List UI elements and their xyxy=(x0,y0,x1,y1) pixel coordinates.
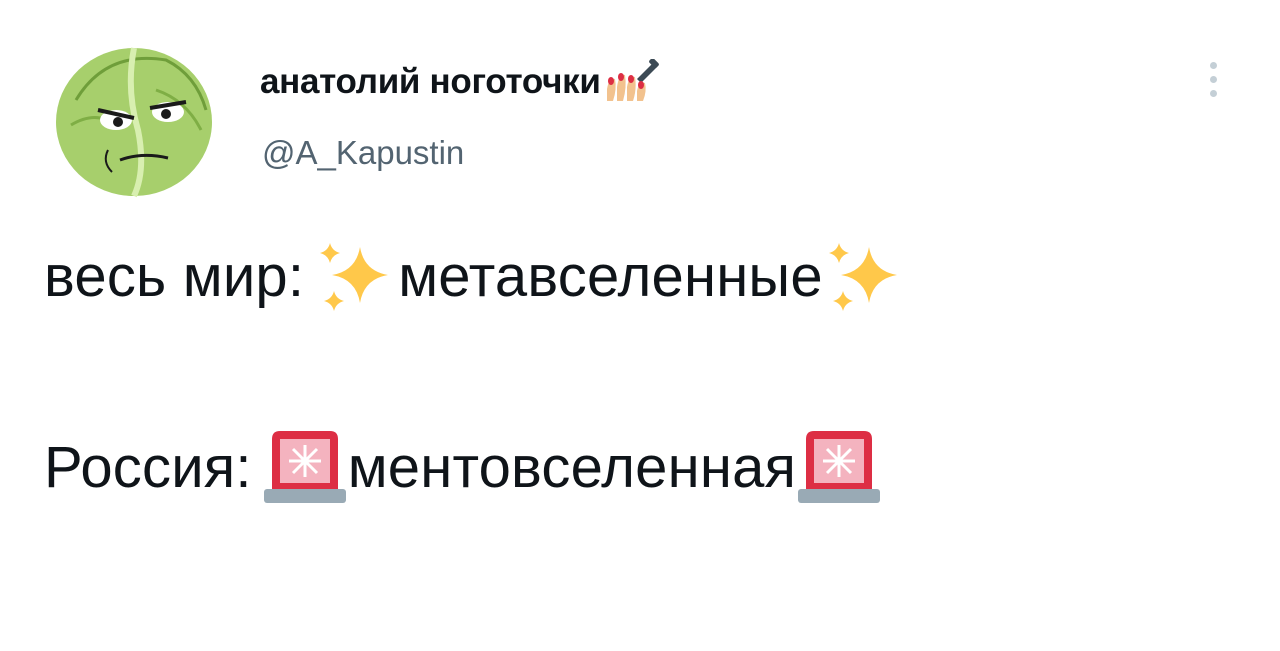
tweet-word-cop-universe: ментовселенная xyxy=(347,434,797,500)
police-siren-icon xyxy=(796,425,882,509)
police-siren-icon xyxy=(262,425,348,509)
more-options-icon[interactable] xyxy=(1198,52,1228,106)
username[interactable]: @A_Kapustin xyxy=(262,134,464,172)
tweet-prefix-russia: Россия: xyxy=(44,434,252,500)
more-dot xyxy=(1209,61,1217,69)
tweet-word-metaverses: метавселенные xyxy=(398,243,823,309)
tweet-prefix-world: весь мир: xyxy=(44,243,305,309)
more-dot xyxy=(1209,75,1217,83)
sparkles-icon xyxy=(823,237,907,315)
nail-polish-icon xyxy=(603,59,661,105)
avatar[interactable] xyxy=(46,30,222,200)
tweet: анатолий ноготочки @A_Kapustin весь мир: xyxy=(0,0,1280,651)
more-dot xyxy=(1209,89,1217,97)
display-name-row: анатолий ноготочки xyxy=(260,59,661,105)
cabbage-avatar-icon xyxy=(56,47,212,198)
display-name[interactable]: анатолий ноготочки xyxy=(260,62,601,102)
tweet-text-line-1: весь мир: метавселенные xyxy=(44,236,907,316)
sparkles-icon xyxy=(314,237,398,315)
tweet-text-line-2: Россия: ментовселенная xyxy=(44,424,882,510)
